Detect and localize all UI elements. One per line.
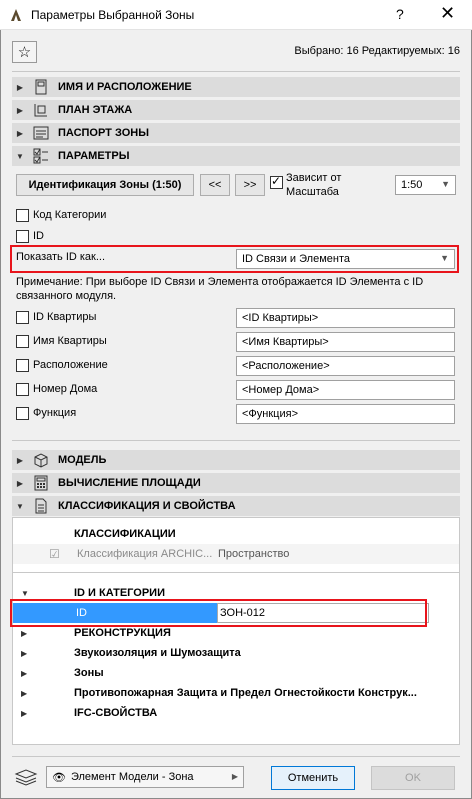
expand-arrow-icon: ▶ — [21, 628, 28, 638]
section-area-calculation[interactable]: ▶ ВЫЧИСЛЕНИЕ ПЛОЩАДИ — [12, 473, 460, 493]
field-label: Имя Квартиры — [33, 335, 107, 347]
field-label: Номер Дома — [33, 383, 98, 395]
depends-scale-label-1: Зависит от — [286, 172, 342, 184]
collapse-arrow-icon: ▼ — [16, 151, 24, 161]
name-location-icon — [32, 79, 50, 95]
section-label: ПЛАН ЭТАЖА — [58, 104, 133, 116]
properties-tree: КЛАССИФИКАЦИИ ☑ Классификация ARCHIC... … — [12, 517, 460, 745]
category-code-label: Код Категории — [33, 209, 107, 221]
scale-value: 1:50 — [401, 179, 423, 191]
field-label: Функция — [33, 407, 77, 419]
field-checkbox[interactable] — [16, 359, 29, 372]
depends-scale-checkbox[interactable]: ✓ — [270, 174, 283, 189]
title-bar: Параметры Выбранной Зоны ? ✕ — [0, 0, 472, 30]
tree-group[interactable]: ▶ Звукоизоляция и Шумозащита — [13, 643, 459, 663]
close-button[interactable]: ✕ — [440, 3, 455, 24]
classifications-header: КЛАССИФИКАЦИИ — [74, 528, 176, 540]
section-label: ИМЯ И РАСПОЛОЖЕНИЕ — [58, 81, 192, 93]
chevron-right-icon: ▶ — [231, 772, 238, 781]
section-label: ПАСПОРТ ЗОНЫ — [58, 127, 149, 139]
cancel-button[interactable]: Отменить — [271, 766, 355, 790]
field-checkbox[interactable] — [16, 383, 29, 396]
previous-button[interactable]: << — [200, 174, 230, 196]
chevron-down-icon: ▼ — [441, 179, 450, 189]
expand-arrow-icon: ▶ — [16, 455, 24, 465]
expand-arrow-icon: ▶ — [21, 668, 28, 678]
layer-select[interactable]: 👁 Элемент Модели - Зона ▶ — [46, 766, 244, 788]
collapse-arrow-icon: ▼ — [16, 501, 24, 511]
category-code-checkbox[interactable] — [16, 209, 29, 222]
field-checkbox[interactable] — [16, 311, 29, 324]
location-input[interactable]: <Расположение> — [236, 356, 455, 376]
expand-arrow-icon: ▶ — [21, 708, 28, 718]
house-number-input[interactable]: <Номер Дома> — [236, 380, 455, 400]
area-calculation-icon — [32, 475, 50, 491]
classification-row[interactable]: ☑ Классификация ARCHIC... Пространство — [13, 544, 459, 564]
expand-arrow-icon: ▶ — [16, 82, 24, 92]
function-input[interactable]: <Функция> — [236, 404, 455, 424]
section-classification[interactable]: ▼ КЛАССИФИКАЦИЯ И СВОЙСТВА — [12, 496, 460, 516]
expand-arrow-icon: ▶ — [21, 688, 28, 698]
section-label: КЛАССИФИКАЦИЯ И СВОЙСТВА — [58, 500, 236, 512]
section-model[interactable]: ▶ МОДЕЛЬ — [12, 450, 460, 470]
section-label: ПАРАМЕТРЫ — [58, 150, 130, 162]
section-name-location[interactable]: ▶ ИМЯ И РАСПОЛОЖЕНИЕ — [12, 77, 460, 97]
expand-arrow-icon: ▶ — [16, 105, 24, 115]
depends-scale-label-2: Масштаба — [286, 186, 339, 198]
layers-icon — [14, 768, 38, 786]
parameters-icon — [32, 148, 50, 164]
favorites-button[interactable]: ☆ — [12, 41, 37, 63]
expand-arrow-icon: ▶ — [16, 478, 24, 488]
classification-icon — [32, 498, 50, 514]
collapse-arrow-icon: ▼ — [21, 588, 29, 598]
layer-value: Элемент Модели - Зона — [70, 771, 194, 783]
divider — [12, 71, 460, 72]
next-button[interactable]: >> — [235, 174, 265, 196]
eye-icon: 👁 — [52, 771, 66, 784]
model-icon — [32, 452, 50, 468]
divider — [12, 440, 460, 441]
window-title: Параметры Выбранной Зоны — [31, 8, 195, 22]
ok-button[interactable]: OK — [371, 766, 455, 790]
section-parameters[interactable]: ▼ ПАРАМЕТРЫ — [12, 146, 460, 166]
floor-plan-icon — [32, 102, 50, 118]
star-icon: ☆ — [17, 44, 32, 61]
checked-icon: ☑ — [49, 547, 60, 561]
note-text: Примечание: При выборе ID Связи и Элемен… — [16, 276, 424, 302]
identification-button[interactable]: Идентификация Зоны (1:50) — [16, 174, 194, 196]
apartment-id-input[interactable]: <ID Квартиры> — [236, 308, 455, 328]
section-label: ВЫЧИСЛЕНИЕ ПЛОЩАДИ — [58, 477, 201, 489]
tree-group[interactable]: ▶ Зоны — [13, 663, 459, 683]
field-label: ID Квартиры — [33, 311, 97, 323]
id-label: ID — [33, 230, 44, 242]
expand-arrow-icon: ▶ — [16, 128, 24, 138]
tree-group[interactable]: ▶ IFC-СВОЙСТВА — [13, 703, 459, 723]
section-label: МОДЕЛЬ — [58, 454, 107, 466]
archicad-icon — [11, 9, 21, 21]
help-button[interactable]: ? — [396, 6, 404, 22]
field-checkbox[interactable] — [16, 407, 29, 420]
expand-arrow-icon: ▶ — [21, 648, 28, 658]
divider — [12, 756, 460, 757]
field-label: Расположение — [33, 359, 108, 371]
id-checkbox[interactable] — [16, 230, 29, 243]
section-zone-stamp[interactable]: ▶ ПАСПОРТ ЗОНЫ — [12, 123, 460, 143]
selection-info: Выбрано: 16 Редактируемых: 16 — [294, 45, 460, 57]
tree-group[interactable]: ▶ Противопожарная Защита и Предел Огнест… — [13, 683, 459, 703]
highlight-frame — [10, 245, 459, 273]
section-floor-plan[interactable]: ▶ ПЛАН ЭТАЖА — [12, 100, 460, 120]
zone-stamp-icon — [32, 125, 50, 141]
highlight-frame — [10, 599, 427, 627]
field-checkbox[interactable] — [16, 335, 29, 348]
classification-label: Классификация ARCHIC... — [77, 548, 213, 560]
scale-select[interactable]: 1:50 ▼ — [395, 175, 456, 195]
apartment-name-input[interactable]: <Имя Квартиры> — [236, 332, 455, 352]
classification-value: Пространство — [218, 548, 290, 560]
divider — [13, 572, 459, 573]
